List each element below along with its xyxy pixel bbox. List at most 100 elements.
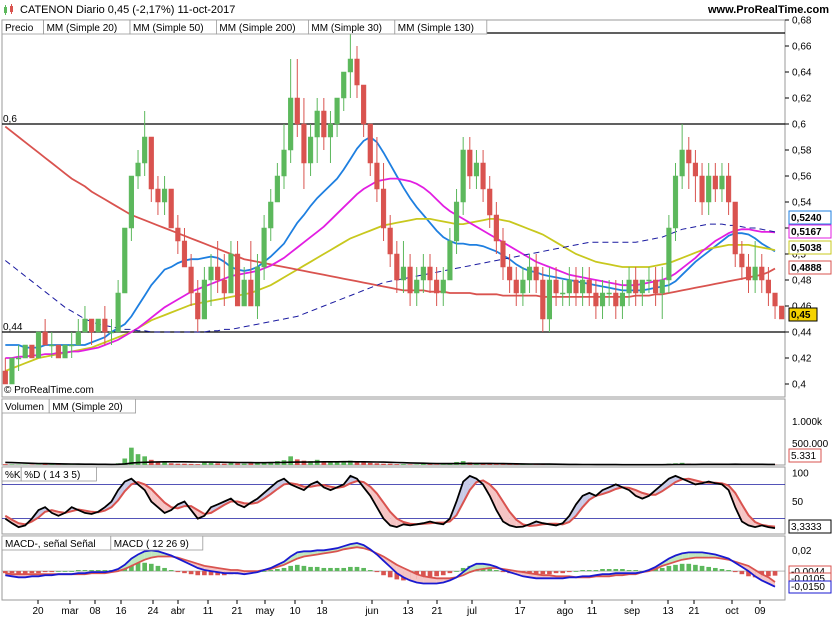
candle-body xyxy=(526,266,533,281)
volume-bar xyxy=(414,464,420,465)
macd-histogram-bar xyxy=(75,570,81,572)
candle-body xyxy=(613,292,619,307)
macd-histogram-bar xyxy=(693,564,698,572)
candle xyxy=(22,344,28,359)
macd-histogram-bar xyxy=(49,571,55,573)
candle-body xyxy=(254,266,261,307)
macd-histogram-bar xyxy=(148,563,154,572)
candle-body xyxy=(9,357,15,385)
candle-body xyxy=(500,240,506,268)
candle-body xyxy=(341,71,347,99)
macd-histogram-bar xyxy=(387,571,393,578)
macd-histogram-bar xyxy=(540,571,546,575)
candle-body xyxy=(706,175,712,203)
candle-body xyxy=(22,344,28,359)
candle-body xyxy=(765,279,771,294)
price-y-tick-label: 0,44 xyxy=(792,328,812,339)
macd-histogram-bar xyxy=(341,567,347,572)
volume-bar xyxy=(394,464,400,465)
price-y-tick-label: 0,62 xyxy=(792,94,812,105)
price-y-tick-label: 0,58 xyxy=(792,146,812,157)
macd-histogram-bar xyxy=(188,571,194,575)
macd-histogram-bar xyxy=(719,569,725,572)
candle-body xyxy=(599,292,606,307)
volume-bar xyxy=(434,464,439,465)
macd-histogram-bar xyxy=(633,570,639,572)
macd-histogram-bar xyxy=(361,567,366,572)
candle-body xyxy=(593,292,599,307)
macd-histogram-bar xyxy=(739,571,745,575)
candle-body xyxy=(274,175,280,203)
candle-body xyxy=(29,344,35,359)
volume-y-tick-label: 500.000 xyxy=(792,439,829,450)
candle-body xyxy=(347,58,353,73)
last-value-label: 0,4888 xyxy=(791,263,822,274)
candle xyxy=(779,305,785,320)
volume-y-tick-label: 1.000k xyxy=(792,417,823,428)
price-y-tick-label: 0,64 xyxy=(792,68,812,79)
candle-body xyxy=(334,97,340,125)
macd-histogram-bar xyxy=(381,571,386,576)
candle xyxy=(168,188,174,229)
macd-histogram-bar xyxy=(606,569,612,572)
candle-body xyxy=(89,318,95,333)
macd-legend-label: MACD ( 12 26 9) xyxy=(114,539,189,550)
macd-histogram-bar xyxy=(182,571,187,574)
candle-body xyxy=(732,201,738,255)
macd-histogram-bar xyxy=(673,564,678,572)
legend-label: MM (Simple 200) xyxy=(219,23,295,34)
candle-body xyxy=(487,188,493,216)
x-tick-label: 13 xyxy=(402,606,414,617)
volume-bar xyxy=(215,463,220,465)
volume-bar xyxy=(9,464,15,465)
macd-histogram-bar xyxy=(766,571,771,577)
volume-legend-label: MM (Simple 20) xyxy=(52,402,123,413)
macd-histogram-bar xyxy=(706,566,712,572)
candle xyxy=(62,344,68,359)
candle-body xyxy=(739,253,745,268)
candle-body xyxy=(480,162,486,190)
volume-bar xyxy=(2,464,8,465)
stochastic-y-tick-label: 100 xyxy=(792,469,809,480)
x-tick-label: sep xyxy=(624,606,641,617)
price-y-tick-label: 0,4 xyxy=(792,380,806,391)
macd-histogram-bar xyxy=(294,564,300,572)
candle-body xyxy=(201,279,207,320)
volume-bar xyxy=(36,464,41,465)
volume-bar xyxy=(162,462,167,465)
candle-body xyxy=(546,279,553,320)
macd-histogram-bar xyxy=(9,571,15,574)
macd-histogram-bar xyxy=(732,571,738,573)
candle-body xyxy=(427,266,433,281)
macd-histogram-bar xyxy=(374,571,380,573)
candle-body xyxy=(752,266,758,281)
candle-body xyxy=(215,266,221,281)
candle-body xyxy=(573,279,579,294)
macd-histogram-bar xyxy=(82,570,88,572)
candle-body xyxy=(221,279,227,294)
macd-histogram-bar xyxy=(308,566,313,572)
macd-histogram-bar xyxy=(573,571,579,572)
candle-body xyxy=(507,266,513,281)
macd-histogram-bar xyxy=(434,571,439,577)
candle-body xyxy=(639,279,645,294)
x-tick-label: 18 xyxy=(316,606,328,617)
candle xyxy=(29,344,35,359)
candle-body xyxy=(447,240,453,281)
candle-body xyxy=(560,292,566,295)
candle-body xyxy=(69,344,75,347)
candle xyxy=(55,344,61,359)
macd-histogram-bar xyxy=(772,571,778,576)
x-tick-label: mar xyxy=(61,606,79,617)
candle-body xyxy=(248,279,254,307)
macd-histogram-bar xyxy=(268,570,274,572)
volume-bar xyxy=(440,464,446,465)
candle-body xyxy=(374,162,380,190)
candle-body xyxy=(633,279,639,294)
candle-body xyxy=(128,175,134,229)
macd-histogram-bar xyxy=(679,563,685,572)
macd-last-label: -0,0150 xyxy=(791,582,825,593)
candle-body xyxy=(354,58,360,86)
candle-body xyxy=(168,188,174,229)
macd-histogram-bar xyxy=(314,566,320,572)
